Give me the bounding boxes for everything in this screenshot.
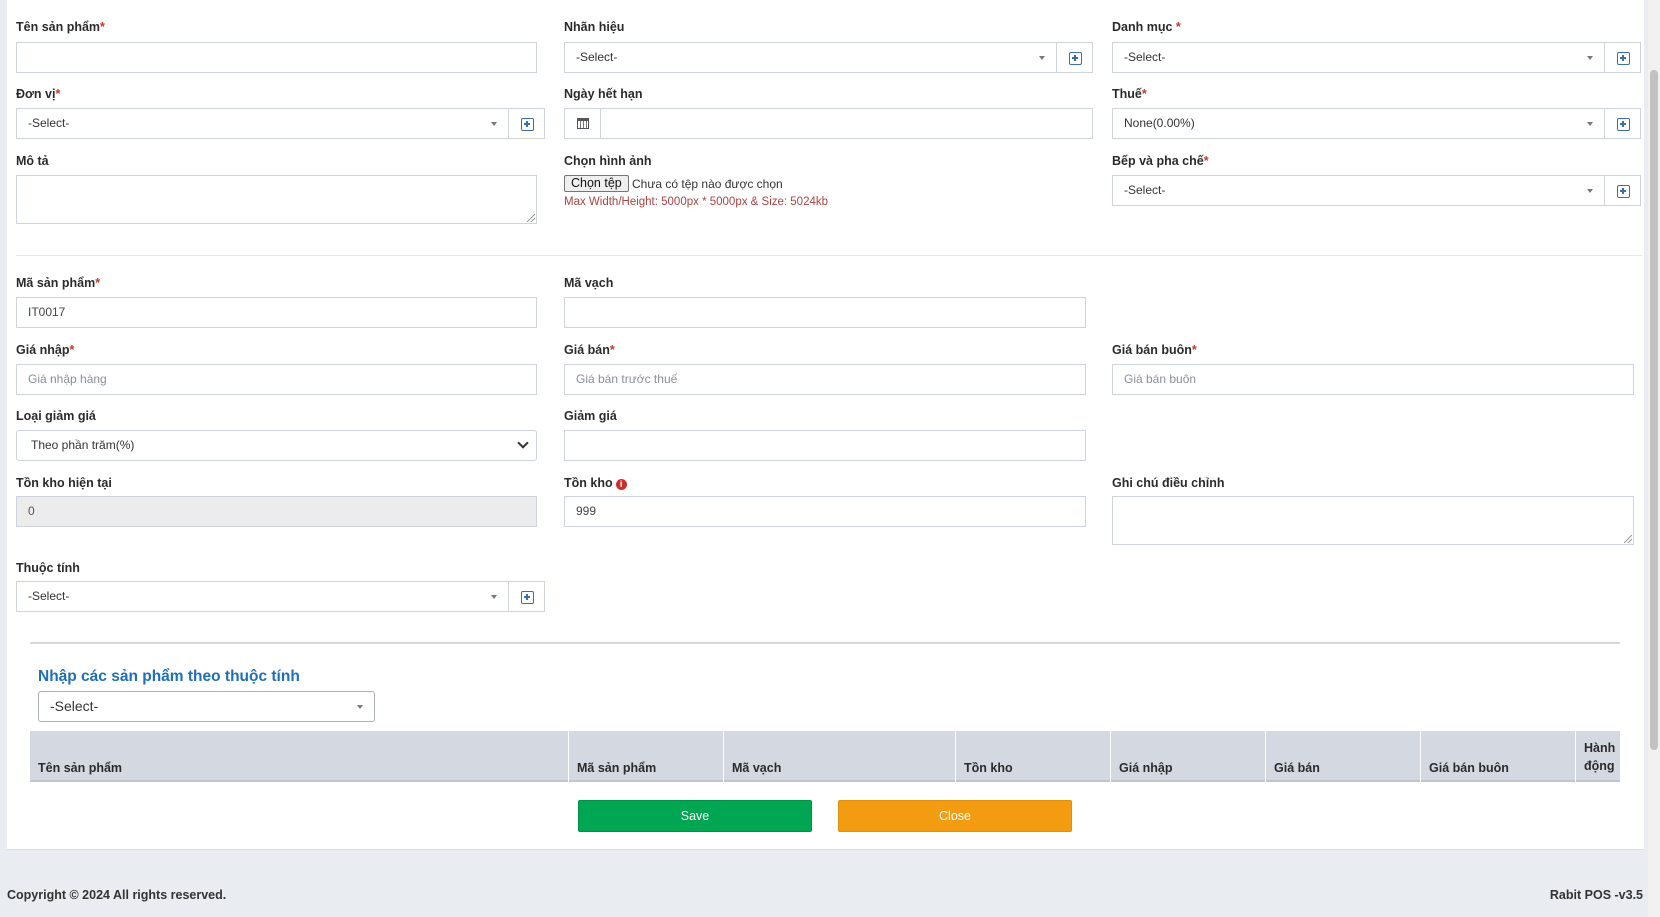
caret-down-icon bbox=[357, 705, 363, 709]
sku-label: Mã sản phẩm* bbox=[16, 276, 101, 290]
discount-type-label: Loại giảm giá bbox=[16, 409, 96, 423]
adjust-note-label: Ghi chú điều chỉnh bbox=[1112, 476, 1225, 490]
column-header: Giá bán buôn bbox=[1421, 731, 1576, 782]
close-button[interactable]: Close bbox=[838, 800, 1072, 832]
variants-table-header: Tên sản phẩm Mã sản phẩm Mã vạch Tồn kho… bbox=[30, 731, 1620, 782]
add-tax-button[interactable] bbox=[1604, 108, 1641, 139]
expiry-date-input[interactable] bbox=[600, 108, 1093, 139]
tax-select[interactable]: None(0.00%) bbox=[1112, 108, 1605, 139]
column-header: Mã vạch bbox=[724, 731, 956, 782]
attribute-label: Thuộc tính bbox=[16, 561, 80, 575]
plus-square-icon bbox=[1617, 118, 1630, 131]
add-brand-button[interactable] bbox=[1056, 42, 1093, 73]
discount-type-select[interactable]: Theo phần trăm(%) bbox=[16, 430, 537, 461]
kitchen-select[interactable]: -Select- bbox=[1112, 175, 1605, 206]
scrollbar-thumb[interactable] bbox=[1650, 70, 1658, 750]
caret-down-icon bbox=[1587, 56, 1593, 60]
add-category-button[interactable] bbox=[1604, 42, 1641, 73]
chevron-down-icon bbox=[517, 437, 529, 449]
sale-price-label: Giá bán* bbox=[564, 343, 615, 357]
plus-square-icon bbox=[1617, 185, 1630, 198]
variant-attribute-select[interactable]: -Select- bbox=[38, 691, 375, 722]
unit-select[interactable]: -Select- bbox=[16, 108, 509, 139]
resize-handle-icon[interactable] bbox=[1624, 535, 1632, 543]
caret-down-icon bbox=[491, 595, 497, 599]
unit-label: Đơn vị* bbox=[16, 87, 61, 101]
attribute-select[interactable]: -Select- bbox=[16, 581, 509, 612]
discount-input[interactable] bbox=[564, 430, 1086, 461]
product-form-card: Tên sản phẩm* Nhãn hiệu -Select- Danh mụ… bbox=[7, 0, 1644, 850]
caret-down-icon bbox=[491, 122, 497, 126]
save-button[interactable]: Save bbox=[578, 800, 812, 832]
choose-file-button[interactable]: Chọn tệp bbox=[564, 175, 629, 192]
column-header: Mã sản phẩm bbox=[569, 731, 724, 782]
barcode-input[interactable] bbox=[564, 297, 1086, 328]
brand-select[interactable]: -Select- bbox=[564, 42, 1057, 73]
purchase-price-input[interactable]: Giá nhập hàng bbox=[16, 364, 537, 395]
caret-down-icon bbox=[1587, 122, 1593, 126]
current-stock-input: 0 bbox=[16, 496, 537, 527]
plus-square-icon bbox=[521, 591, 534, 604]
plus-square-icon bbox=[1069, 52, 1082, 65]
version-text: Rabit POS -v3.5 bbox=[1549, 888, 1643, 902]
calendar-button[interactable] bbox=[564, 108, 601, 139]
file-status-text: Chưa có tệp nào được chọn bbox=[632, 177, 783, 191]
column-header: Giá nhập bbox=[1111, 731, 1266, 782]
expiry-label: Ngày hết hạn bbox=[564, 87, 643, 101]
column-header: Giá bán bbox=[1266, 731, 1421, 782]
tax-label: Thuế* bbox=[1112, 87, 1147, 101]
wholesale-price-input[interactable]: Giá bán buôn bbox=[1112, 364, 1634, 395]
sku-input[interactable]: IT0017 bbox=[16, 297, 537, 328]
section-divider bbox=[16, 255, 1642, 256]
barcode-label: Mã vạch bbox=[564, 276, 614, 290]
category-label: Danh mục * bbox=[1112, 20, 1181, 34]
current-stock-label: Tồn kho hiện tại bbox=[16, 476, 112, 490]
product-name-label: Tên sản phẩm* bbox=[16, 20, 105, 34]
add-unit-button[interactable] bbox=[508, 108, 545, 139]
wholesale-price-label: Giá bán buôn* bbox=[1112, 343, 1197, 357]
adjust-note-textarea[interactable] bbox=[1112, 496, 1634, 545]
purchase-price-label: Giá nhập* bbox=[16, 343, 75, 357]
stock-input[interactable]: 999 bbox=[564, 496, 1086, 527]
calendar-icon bbox=[577, 118, 589, 129]
product-name-input[interactable] bbox=[16, 42, 537, 73]
resize-handle-icon[interactable] bbox=[527, 214, 535, 222]
kitchen-label: Bếp và pha chế* bbox=[1112, 154, 1209, 168]
caret-down-icon bbox=[1587, 189, 1593, 193]
action-column-header: Hành động bbox=[1584, 741, 1616, 773]
column-header: Tên sản phẩm bbox=[30, 731, 569, 782]
plus-square-icon bbox=[521, 118, 534, 131]
stock-label: Tồn kho i bbox=[564, 476, 627, 490]
caret-down-icon bbox=[1039, 56, 1045, 60]
brand-label: Nhãn hiệu bbox=[564, 20, 625, 34]
description-label: Mô tả bbox=[16, 154, 49, 168]
variants-divider bbox=[30, 642, 1620, 644]
variants-title: Nhập các sản phẩm theo thuộc tính bbox=[38, 668, 300, 685]
discount-label: Giảm giá bbox=[564, 409, 617, 423]
page-scrollbar[interactable] bbox=[1648, 0, 1660, 917]
plus-square-icon bbox=[1617, 52, 1630, 65]
copyright-text: Copyright © 2024 All rights reserved. bbox=[7, 888, 227, 902]
column-header: Tồn kho bbox=[956, 731, 1111, 782]
add-kitchen-button[interactable] bbox=[1604, 175, 1641, 206]
sale-price-input[interactable]: Giá bán trước thuế bbox=[564, 364, 1086, 395]
info-icon[interactable]: i bbox=[615, 479, 627, 490]
image-label: Chọn hình ảnh bbox=[564, 154, 652, 168]
add-attribute-button[interactable] bbox=[508, 581, 545, 612]
image-size-hint: Max Width/Height: 5000px * 5000px & Size… bbox=[564, 196, 829, 208]
description-textarea[interactable] bbox=[16, 175, 537, 224]
category-select[interactable]: -Select- bbox=[1112, 42, 1605, 73]
